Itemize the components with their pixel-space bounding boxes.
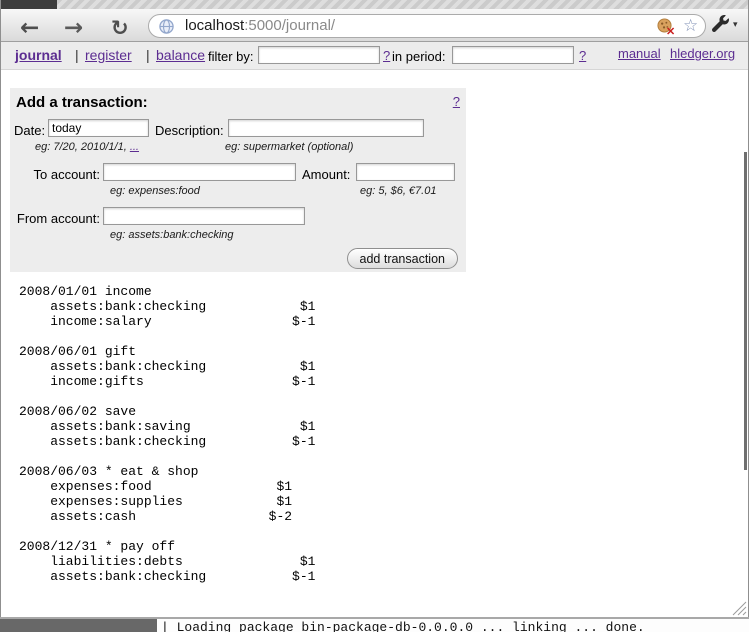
cookie-x-mark: ✕ bbox=[666, 25, 675, 38]
from-account-label: From account: bbox=[10, 211, 100, 226]
nav-link-balance[interactable]: balance bbox=[156, 47, 205, 63]
form-help-link[interactable]: ? bbox=[453, 94, 460, 109]
in-period-label: in period: bbox=[392, 49, 445, 64]
from-account-input[interactable] bbox=[103, 207, 305, 225]
bookmark-star-icon[interactable]: ☆ bbox=[683, 15, 698, 37]
browser-tab-edge[interactable] bbox=[0, 0, 57, 9]
scrollbar-thumb[interactable] bbox=[744, 152, 747, 470]
form-title: Add a transaction: bbox=[16, 94, 148, 111]
back-button-icon[interactable]: ← bbox=[20, 15, 39, 41]
background-window-strip bbox=[0, 619, 157, 632]
amount-input[interactable] bbox=[356, 163, 455, 181]
date-label: Date: bbox=[14, 123, 45, 138]
date-hint: eg: 7/20, 2010/1/1, ... bbox=[35, 141, 139, 153]
description-hint: eg: supermarket (optional) bbox=[225, 141, 353, 153]
date-input[interactable] bbox=[48, 119, 149, 137]
globe-icon bbox=[159, 19, 174, 39]
nav-separator: | bbox=[146, 47, 150, 63]
amount-hint: eg: 5, $6, €7.01 bbox=[360, 185, 436, 197]
reload-button-icon[interactable]: ↻ bbox=[111, 16, 129, 40]
url-host: localhost bbox=[185, 17, 244, 34]
period-help-link[interactable]: ? bbox=[579, 48, 586, 63]
amount-label: Amount: bbox=[302, 167, 350, 182]
nav-separator: | bbox=[75, 47, 79, 63]
wrench-menu-dropdown-icon[interactable]: ▾ bbox=[733, 19, 738, 30]
window-titlebar-stripes bbox=[0, 0, 749, 9]
terminal-output-line: | Loading package bin-package-db-0.0.0.0… bbox=[161, 620, 645, 632]
period-input[interactable] bbox=[452, 46, 574, 64]
date-hint-more-link[interactable]: ... bbox=[130, 141, 139, 153]
resize-grip-icon[interactable] bbox=[731, 600, 747, 621]
url-text[interactable]: localhost:5000/journal/ bbox=[185, 15, 335, 37]
add-transaction-button[interactable]: add transaction bbox=[347, 248, 458, 269]
nav-link-journal[interactable]: journal bbox=[15, 47, 62, 63]
date-hint-text: eg: 7/20, 2010/1/1, bbox=[35, 141, 130, 153]
background-terminal: | Loading package bin-package-db-0.0.0.0… bbox=[157, 619, 749, 632]
hledger-navbar: journal | register | balance filter by: … bbox=[1, 42, 748, 70]
nav-link-register[interactable]: register bbox=[85, 47, 132, 63]
filter-by-label: filter by: bbox=[208, 49, 254, 64]
to-account-label: To account: bbox=[10, 167, 100, 182]
cookie-blocked-icon[interactable]: ✕ bbox=[657, 18, 675, 36]
forward-button-icon[interactable]: → bbox=[64, 15, 83, 41]
filter-input[interactable] bbox=[258, 46, 380, 64]
from-account-hint: eg: assets:bank:checking bbox=[110, 229, 234, 241]
address-bar[interactable]: localhost:5000/journal/ ✕ ☆ bbox=[148, 14, 706, 38]
filter-help-link[interactable]: ? bbox=[383, 48, 390, 63]
description-input[interactable] bbox=[228, 119, 424, 137]
to-account-input[interactable] bbox=[103, 163, 296, 181]
hledger-org-link[interactable]: hledger.org bbox=[670, 46, 735, 61]
manual-link[interactable]: manual bbox=[618, 46, 661, 61]
journal-text: 2008/01/01 income assets:bank:checking $… bbox=[19, 284, 315, 584]
window-left-border bbox=[0, 0, 1, 617]
description-label: Description: bbox=[155, 123, 224, 138]
to-account-hint: eg: expenses:food bbox=[110, 185, 200, 197]
wrench-menu-icon[interactable] bbox=[712, 15, 729, 37]
url-path: :5000/journal/ bbox=[244, 17, 335, 34]
add-transaction-form: Add a transaction: ? Date: Description: … bbox=[10, 88, 466, 272]
